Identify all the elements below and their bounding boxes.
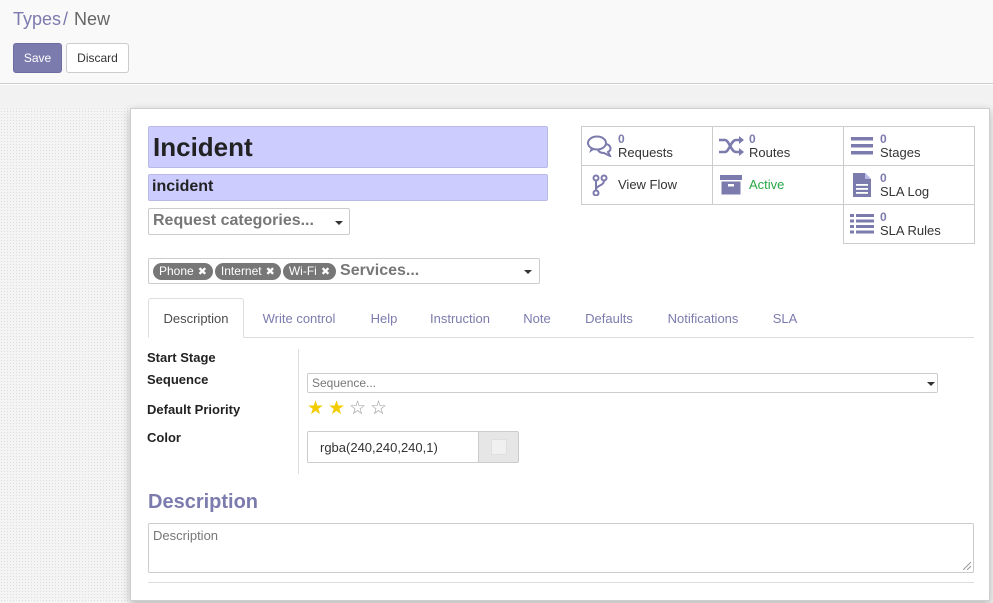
breadcrumb: Types / New	[13, 9, 110, 30]
default-priority-label: Default Priority	[147, 402, 241, 417]
background-pattern	[0, 107, 132, 603]
active-label: Active	[749, 177, 785, 192]
bars-icon	[844, 137, 880, 155]
code-field[interactable]: incident	[148, 174, 548, 201]
tab-write-control[interactable]: Write control	[248, 298, 350, 338]
priority-star-icon[interactable]: ☆	[368, 399, 389, 419]
breadcrumb-types-link[interactable]: Types	[13, 9, 61, 29]
view-flow-button[interactable]: View Flow	[581, 165, 713, 205]
requests-count: 0	[618, 132, 625, 146]
stages-count: 0	[880, 132, 887, 146]
service-tag: Internet ✖	[214, 262, 281, 280]
priority-star-icon[interactable]: ★	[326, 399, 347, 419]
start-stage-label: Start Stage	[147, 350, 216, 365]
divider	[148, 582, 974, 583]
routes-label: Routes	[749, 145, 791, 160]
color-picker-button[interactable]	[478, 431, 519, 463]
description-heading: Description	[148, 491, 259, 513]
remove-tag-icon[interactable]: ✖	[266, 265, 275, 278]
sla-log-count: 0	[880, 171, 887, 185]
tab-defaults[interactable]: Defaults	[572, 298, 646, 338]
breadcrumb-current: New	[74, 9, 111, 29]
chevron-down-icon	[335, 221, 343, 225]
priority-stars: ★ ★ ☆ ☆	[305, 399, 389, 419]
priority-star-icon[interactable]: ★	[305, 399, 326, 419]
chevron-down-icon	[524, 270, 532, 274]
requests-label: Requests	[618, 145, 673, 160]
request-categories-placeholder: Request categories...	[153, 212, 314, 229]
view-flow-label: View Flow	[618, 177, 678, 192]
tab-help[interactable]: Help	[356, 298, 412, 338]
stages-button[interactable]: 0 Stages	[843, 126, 975, 166]
sla-rules-button[interactable]: 0 SLA Rules	[843, 204, 975, 244]
list-icon	[844, 214, 880, 234]
file-text-icon	[844, 173, 880, 197]
services-field[interactable]: Phone ✖ Internet ✖ Wi-Fi ✖ Services...	[148, 258, 540, 284]
service-tag: Wi-Fi ✖	[282, 262, 337, 280]
active-toggle-button[interactable]: Active	[712, 165, 844, 205]
description-textarea[interactable]: Description	[148, 523, 974, 573]
services-placeholder: Services...	[340, 262, 420, 279]
color-swatch	[490, 439, 507, 455]
service-tag: Phone ✖	[153, 262, 213, 280]
request-categories-select[interactable]: Request categories...	[148, 208, 350, 235]
control-panel: Types / New Save Discard	[0, 0, 993, 84]
sequence-label: Sequence	[147, 372, 209, 387]
sequence-select[interactable]: Sequence...	[307, 373, 938, 393]
remove-tag-icon[interactable]: ✖	[321, 265, 330, 278]
tab-notifications[interactable]: Notifications	[652, 298, 754, 338]
remove-tag-icon[interactable]: ✖	[198, 265, 207, 278]
label-divider	[298, 349, 299, 474]
routes-count: 0	[749, 132, 756, 146]
save-button[interactable]: Save	[13, 43, 62, 73]
archive-icon	[713, 175, 749, 195]
tab-note[interactable]: Note	[508, 298, 566, 338]
tab-description[interactable]: Description	[148, 298, 244, 338]
service-tag-label: Internet	[220, 264, 262, 278]
service-tag-label: Phone	[159, 264, 194, 278]
code-fork-icon	[582, 174, 618, 196]
requests-button[interactable]: 0 Requests	[581, 126, 713, 166]
sla-log-button[interactable]: 0 SLA Log	[843, 165, 975, 205]
service-tag-label: Wi-Fi	[288, 264, 317, 278]
description-placeholder: Description	[153, 528, 219, 543]
color-input[interactable]: rgba(240,240,240,1)	[307, 431, 479, 463]
tab-sla[interactable]: SLA	[760, 298, 810, 338]
sla-rules-count: 0	[880, 210, 887, 224]
chevron-down-icon	[927, 382, 935, 386]
random-icon	[713, 136, 749, 156]
priority-star-icon[interactable]: ☆	[347, 399, 368, 419]
sla-log-label: SLA Log	[880, 184, 930, 199]
form-sheet: Incident incident Request categories... …	[130, 108, 990, 601]
tab-instruction[interactable]: Instruction	[418, 298, 502, 338]
name-field[interactable]: Incident	[148, 126, 548, 168]
stages-label: Stages	[880, 145, 921, 160]
discard-button[interactable]: Discard	[66, 43, 129, 73]
comments-icon	[582, 135, 618, 157]
routes-button[interactable]: 0 Routes	[712, 126, 844, 166]
color-label: Color	[147, 430, 181, 445]
sla-rules-label: SLA Rules	[880, 223, 941, 238]
notebook-tabs: Description Write control Help Instructi…	[148, 298, 974, 338]
breadcrumb-separator: /	[63, 9, 69, 29]
sequence-placeholder: Sequence...	[312, 376, 377, 390]
resize-handle-icon[interactable]	[963, 562, 971, 570]
smart-buttons: 0 Requests 0 Routes 0 Stages View Flow Acti…	[581, 126, 975, 244]
